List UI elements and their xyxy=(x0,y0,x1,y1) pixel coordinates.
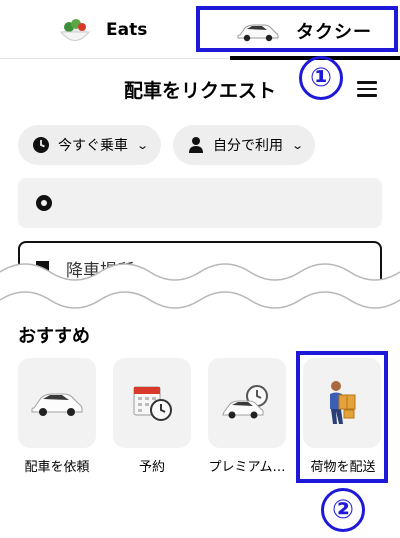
page-title: 配車をリクエスト xyxy=(123,80,276,102)
taxi-car-icon xyxy=(237,24,279,42)
rec-reserve-tile xyxy=(113,358,191,448)
tab-eats[interactable]: Eats xyxy=(58,12,147,48)
menu-button[interactable] xyxy=(357,81,377,97)
tab-taxi-label: タクシー xyxy=(296,22,372,43)
rider-dropdown[interactable]: 自分で利用 ⌄ xyxy=(173,125,315,165)
hamburger-icon xyxy=(357,81,377,84)
screenshot-break-divider xyxy=(0,263,400,309)
food-bowl-icon xyxy=(59,19,91,41)
annotation-highlight-box xyxy=(296,351,388,483)
calendar-clock-icon xyxy=(133,386,172,421)
pickup-location-field[interactable] xyxy=(18,178,382,228)
taxi-car-icon xyxy=(31,393,83,416)
tab-eats-label: Eats xyxy=(106,20,148,40)
pickup-time-label: 今すぐ乗車 xyxy=(58,138,128,154)
person-icon xyxy=(187,136,205,154)
rec-premium[interactable]: プレミアム… xyxy=(208,358,288,475)
tab-taxi[interactable]: タクシー xyxy=(196,6,398,52)
rec-reserve-label: 予約 xyxy=(138,460,165,475)
rec-premium-label: プレミアム… xyxy=(208,460,286,475)
rider-label: 自分で利用 xyxy=(213,138,283,154)
rec-reserve[interactable]: 予約 xyxy=(113,358,193,475)
pickup-time-dropdown[interactable]: 今すぐ乗車 ⌄ xyxy=(18,125,161,165)
rec-ride-request[interactable]: 配車を依頼 xyxy=(18,358,98,475)
annotation-marker-2: ② xyxy=(321,488,365,532)
rec-ride-request-tile xyxy=(18,358,96,448)
premium-car-clock-icon xyxy=(222,385,268,419)
chevron-down-icon: ⌄ xyxy=(136,138,150,152)
tab-divider xyxy=(0,58,230,59)
chevron-down-icon: ⌄ xyxy=(291,138,305,152)
service-tab-bar: Eats タクシー xyxy=(0,0,400,60)
pickup-dot-icon xyxy=(36,195,52,211)
clock-icon xyxy=(32,136,50,154)
rec-premium-tile xyxy=(208,358,286,448)
recommendations-title: おすすめ xyxy=(18,326,90,347)
rec-ride-request-label: 配車を依頼 xyxy=(24,460,90,475)
